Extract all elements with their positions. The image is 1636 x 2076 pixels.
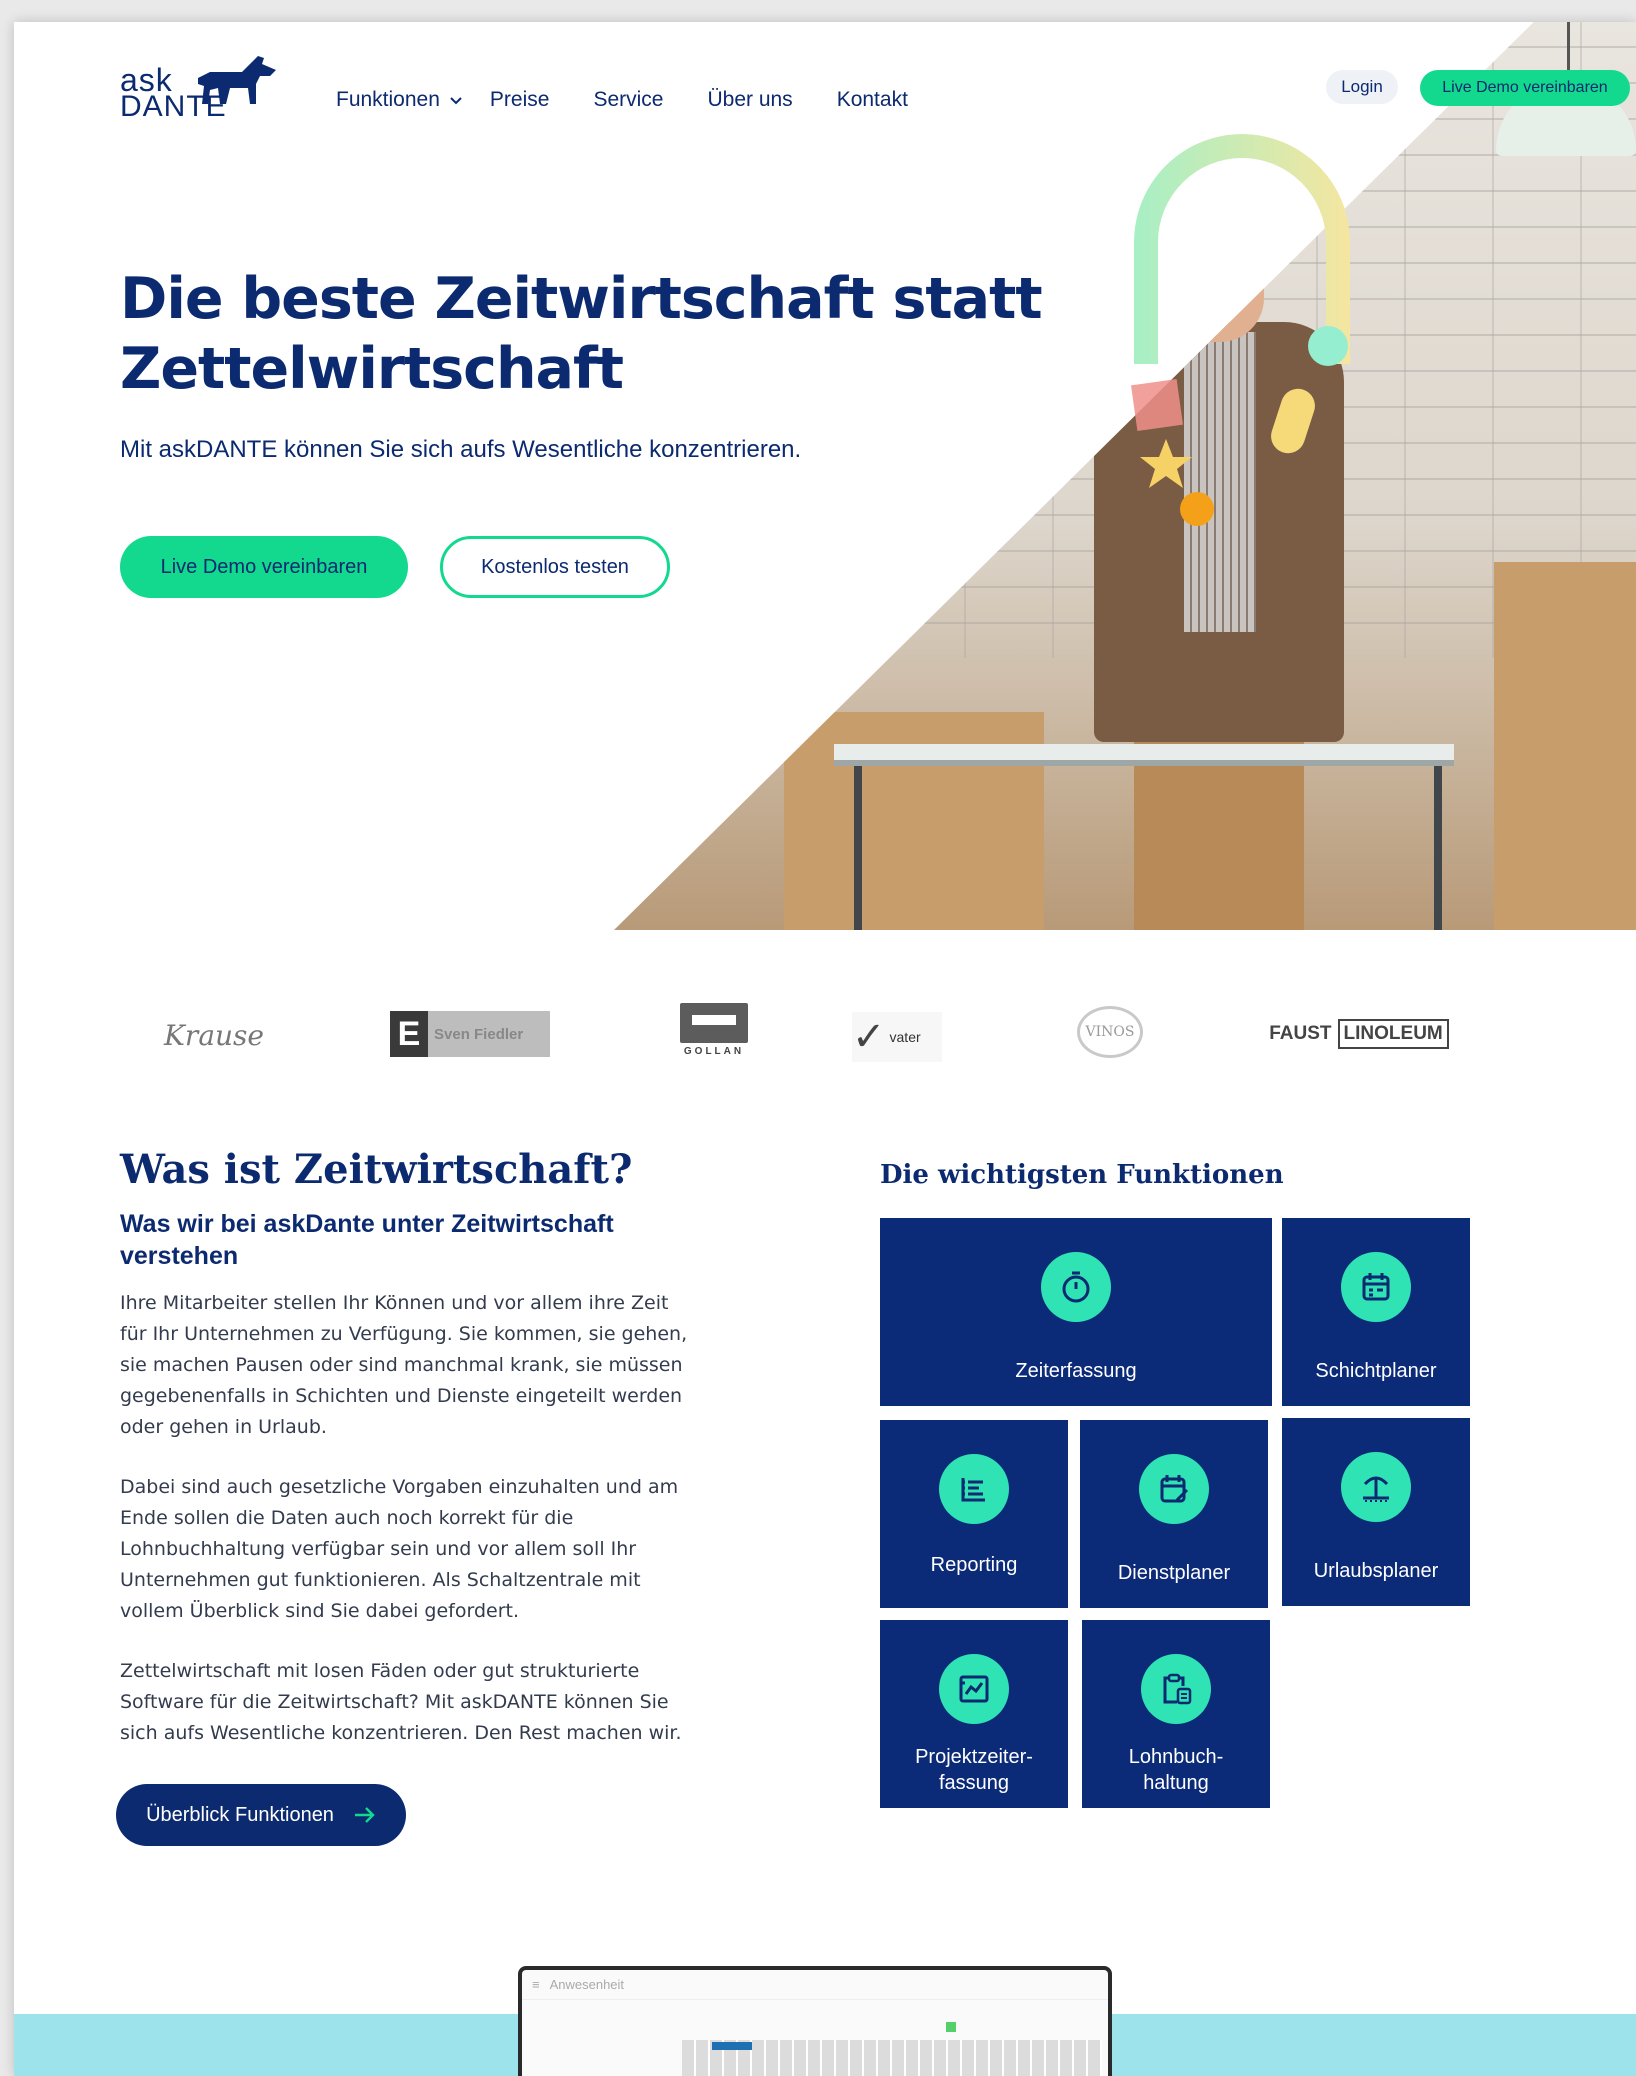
functions-overview-button[interactable]: Überblick Funktionen [116,1784,406,1846]
feature-tile-reporting[interactable]: Reporting [880,1420,1068,1608]
app-preview-highlight [712,2042,752,2050]
feature-tile-dienstplaner[interactable]: Dienstplaner [1080,1420,1268,1608]
desk [834,744,1454,760]
nav-item-ueber-uns[interactable]: Über uns [707,88,792,112]
client-logos: Krause E Sven Fiedler GOLLAN ✓ vater VIN… [14,990,1636,1080]
list-report-icon [939,1454,1009,1524]
desk-leg [854,766,862,930]
dog-icon [198,56,276,104]
feature-tile-projektzeiterfassung[interactable]: Projektzeiter- fassung [880,1620,1068,1808]
nav-label: Funktionen [336,88,440,111]
section-subtitle: Was wir bei askDante unter Zeitwirtschaf… [120,1210,614,1270]
feature-tile-schichtplaner[interactable]: Schichtplaner [1282,1218,1470,1406]
orange [936,442,970,476]
features-title: Die wichtigsten Funktionen [880,1160,1284,1190]
client-logo-krause: Krause [164,1018,264,1052]
client-logo-gollan: GOLLAN [678,1002,750,1058]
vater-text: vater [889,1029,921,1045]
feature-label: Urlaubsplaner [1313,1560,1439,1582]
desk-leg [1434,766,1442,930]
client-logo-edeka: E Sven Fiedler [390,1010,550,1058]
clipboard-calculator-icon [1141,1654,1211,1724]
feature-label: Zeiterfassung [1015,1360,1137,1382]
about-paragraph-2: Dabei sind auch gesetzliche Vorgaben ein… [120,1476,679,1622]
edeka-text: Sven Fiedler [428,1011,550,1057]
nav-label: Über uns [707,88,793,111]
calendar-edit-icon [1139,1454,1209,1524]
client-logo-vinos: VINOS [1070,1002,1150,1062]
client-logo-faust: FAUST LINOLEUM [1269,1014,1449,1054]
header-demo-button[interactable]: Live Demo vereinbaren [1420,70,1630,106]
feature-label: Reporting [930,1554,1018,1576]
functions-overview-label: Überblick Funktionen [146,1803,334,1826]
nav-label: Preise [489,88,550,111]
app-preview-laptop: ≡ Anwesenheit [518,1966,1112,2076]
free-trial-button[interactable]: Kostenlos testen [440,536,670,598]
bookshelf-right [1494,562,1636,930]
about-paragraph-1: Ihre Mitarbeiter stellen Ihr Können und … [120,1292,688,1438]
edeka-letter: E [390,1011,428,1057]
vinos-text: VINOS [1085,1024,1135,1040]
app-preview-today-marker [946,2022,956,2032]
palm-tree-icon [1341,1452,1411,1522]
feature-label: Lohnbuch- haltung [1128,1746,1224,1794]
gollan-mark [680,1003,748,1043]
decor-square [1131,379,1183,431]
live-demo-button[interactable]: Live Demo vereinbaren [120,536,408,598]
client-logo-vater: ✓ vater [852,1012,942,1062]
check-icon: ✓ [852,1014,886,1060]
nav-item-funktionen[interactable]: Funktionen [336,88,464,112]
about-paragraph-3: Zettelwirtschaft mit losen Fäden oder gu… [120,1660,682,1744]
chevron-down-icon [450,97,462,105]
app-preview-title: Anwesenheit [549,1977,625,1992]
stopwatch-icon [1041,1252,1111,1322]
page: ask DANTE Funktionen Preise Service Über… [14,22,1636,2076]
vinos-ring: VINOS [1077,1006,1143,1058]
login-button[interactable]: Login [1326,70,1398,104]
nav-item-service[interactable]: Service [593,88,663,112]
feature-label: Schichtplaner [1315,1360,1437,1382]
hero-photo [614,22,1636,930]
chart-board-icon [939,1654,1009,1724]
feature-tile-urlaubsplaner[interactable]: Urlaubsplaner [1282,1418,1470,1606]
section-title: Was ist Zeitwirtschaft? [120,1146,633,1193]
person-shirt [1184,332,1256,632]
hero-title: Die beste Zeitwirtschaft statt Zettelwir… [120,266,1043,402]
nav-item-kontakt[interactable]: Kontakt [837,88,908,112]
star-icon [1140,439,1192,488]
nav-item-preise[interactable]: Preise [490,88,550,112]
nav-label: Service [593,88,664,111]
arrow-right-icon [354,1807,375,1823]
hero-subtitle: Mit askDANTE können Sie sich aufs Wesent… [120,436,802,463]
faust-text: FAUST [1269,1023,1332,1044]
app-preview-header: ≡ Anwesenheit [522,1970,1108,2000]
feature-tile-zeiterfassung[interactable]: Zeiterfassung [880,1218,1272,1406]
decor-dot [1308,326,1348,366]
main-nav: Funktionen Preise Service Über uns Konta… [336,88,952,112]
feature-label: Dienstplaner [1117,1562,1231,1584]
feature-label: Projektzeiter- fassung [915,1746,1033,1794]
orange [1180,492,1214,526]
feature-tile-lohnbuchhaltung[interactable]: Lohnbuch- haltung [1082,1620,1270,1808]
gollan-text: GOLLAN [683,1046,745,1057]
nav-label: Kontakt [836,88,908,111]
linoleum-text: LINOLEUM [1337,1019,1449,1049]
menu-icon: ≡ [532,1977,540,1992]
askdante-logo[interactable]: ask DANTE [120,54,280,134]
calendar-grid-icon [1341,1252,1411,1322]
